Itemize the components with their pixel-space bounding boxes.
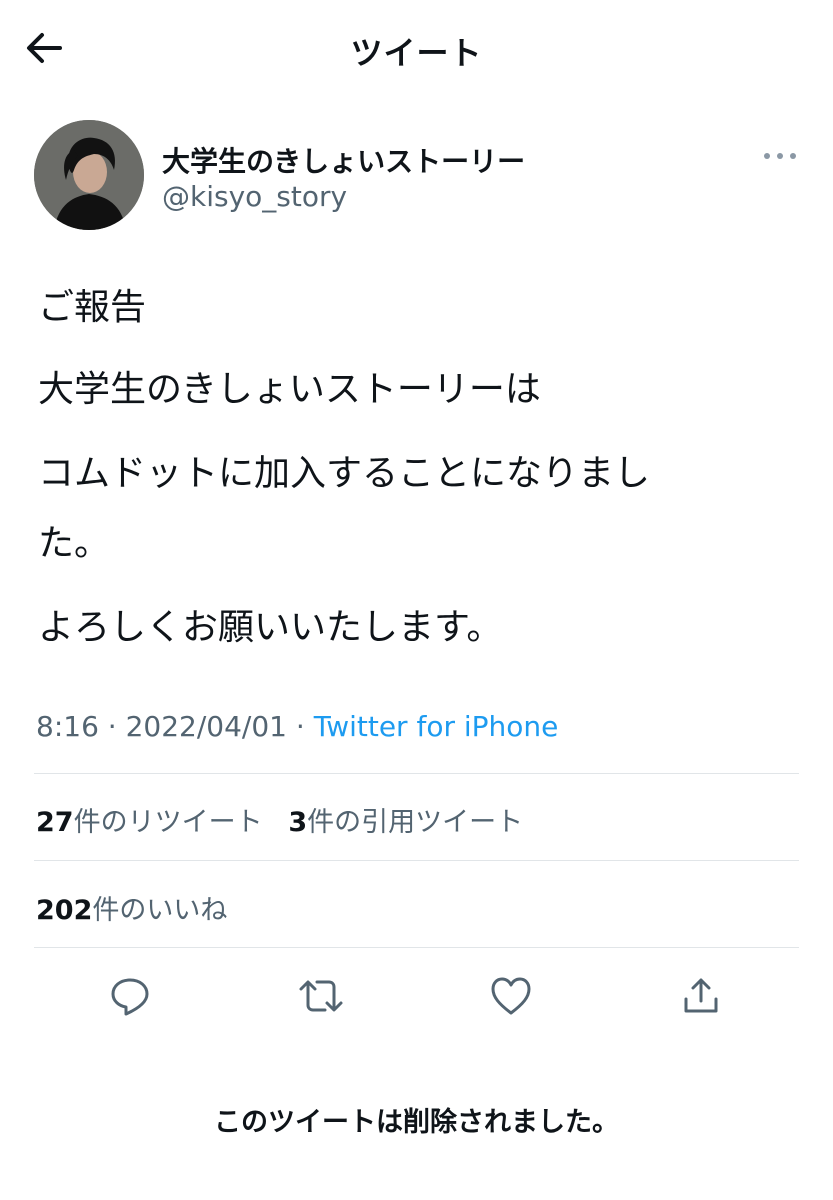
quotes-stat[interactable]: 3件の引用ツイート	[288, 807, 523, 838]
tweet-text-line: よろしくお願いいたします。	[38, 607, 503, 648]
share-button[interactable]	[677, 972, 725, 1020]
meta-separator: ·	[107, 710, 117, 743]
quotes-label: 件の引用ツイート	[307, 807, 524, 838]
display-name[interactable]: 大学生のきしょいストーリー	[162, 140, 525, 180]
quotes-count: 3	[288, 807, 308, 838]
more-dots-icon	[764, 153, 796, 159]
tweet-date: 2022/04/01	[125, 710, 287, 743]
divider	[34, 860, 799, 861]
like-icon	[491, 977, 531, 1015]
likes-count: 202	[36, 895, 93, 926]
tweet-meta: 8:16 · 2022/04/01 · Twitter for iPhone	[36, 710, 558, 743]
retweet-stats-row: 27件のリツイート 3件の引用ツイート	[36, 800, 523, 839]
like-button[interactable]	[487, 972, 535, 1020]
more-options-button[interactable]	[760, 146, 800, 166]
avatar[interactable]	[34, 120, 144, 230]
retweets-label: 件のリツイート	[73, 807, 263, 838]
user-handle[interactable]: @kisyo_story	[162, 180, 347, 213]
divider	[34, 947, 799, 948]
tweet-author: 大学生のきしょいストーリー @kisyo_story	[34, 118, 804, 233]
meta-separator: ·	[295, 710, 305, 743]
deleted-notice: このツイートは削除されました。	[214, 1107, 619, 1138]
retweets-stat[interactable]: 27件のリツイート	[36, 807, 263, 838]
divider	[34, 773, 799, 774]
page-title: ツイート	[350, 34, 483, 72]
reply-button[interactable]	[106, 972, 154, 1020]
tweet-text-line: 大学生のきしょいストーリーは	[38, 369, 541, 410]
retweets-count: 27	[36, 807, 74, 838]
tweet-text-line: コムドットに加入することになりまし	[38, 453, 651, 494]
avatar-photo	[34, 120, 144, 230]
tweet-text-line: た。	[38, 523, 111, 564]
top-bar: ツイート	[0, 0, 833, 96]
tweet-time: 8:16	[36, 710, 99, 743]
likes-label: 件のいいね	[92, 895, 228, 926]
retweet-button[interactable]	[297, 972, 345, 1020]
likes-stat[interactable]: 202件のいいね	[36, 895, 227, 926]
share-icon	[684, 978, 718, 1013]
tweet-source-link[interactable]: Twitter for iPhone	[314, 710, 559, 743]
retweet-icon	[299, 980, 343, 1012]
tweet-text-line: ご報告	[38, 287, 147, 328]
reply-icon	[111, 978, 149, 1016]
likes-stats-row: 202件のいいね	[36, 888, 227, 927]
